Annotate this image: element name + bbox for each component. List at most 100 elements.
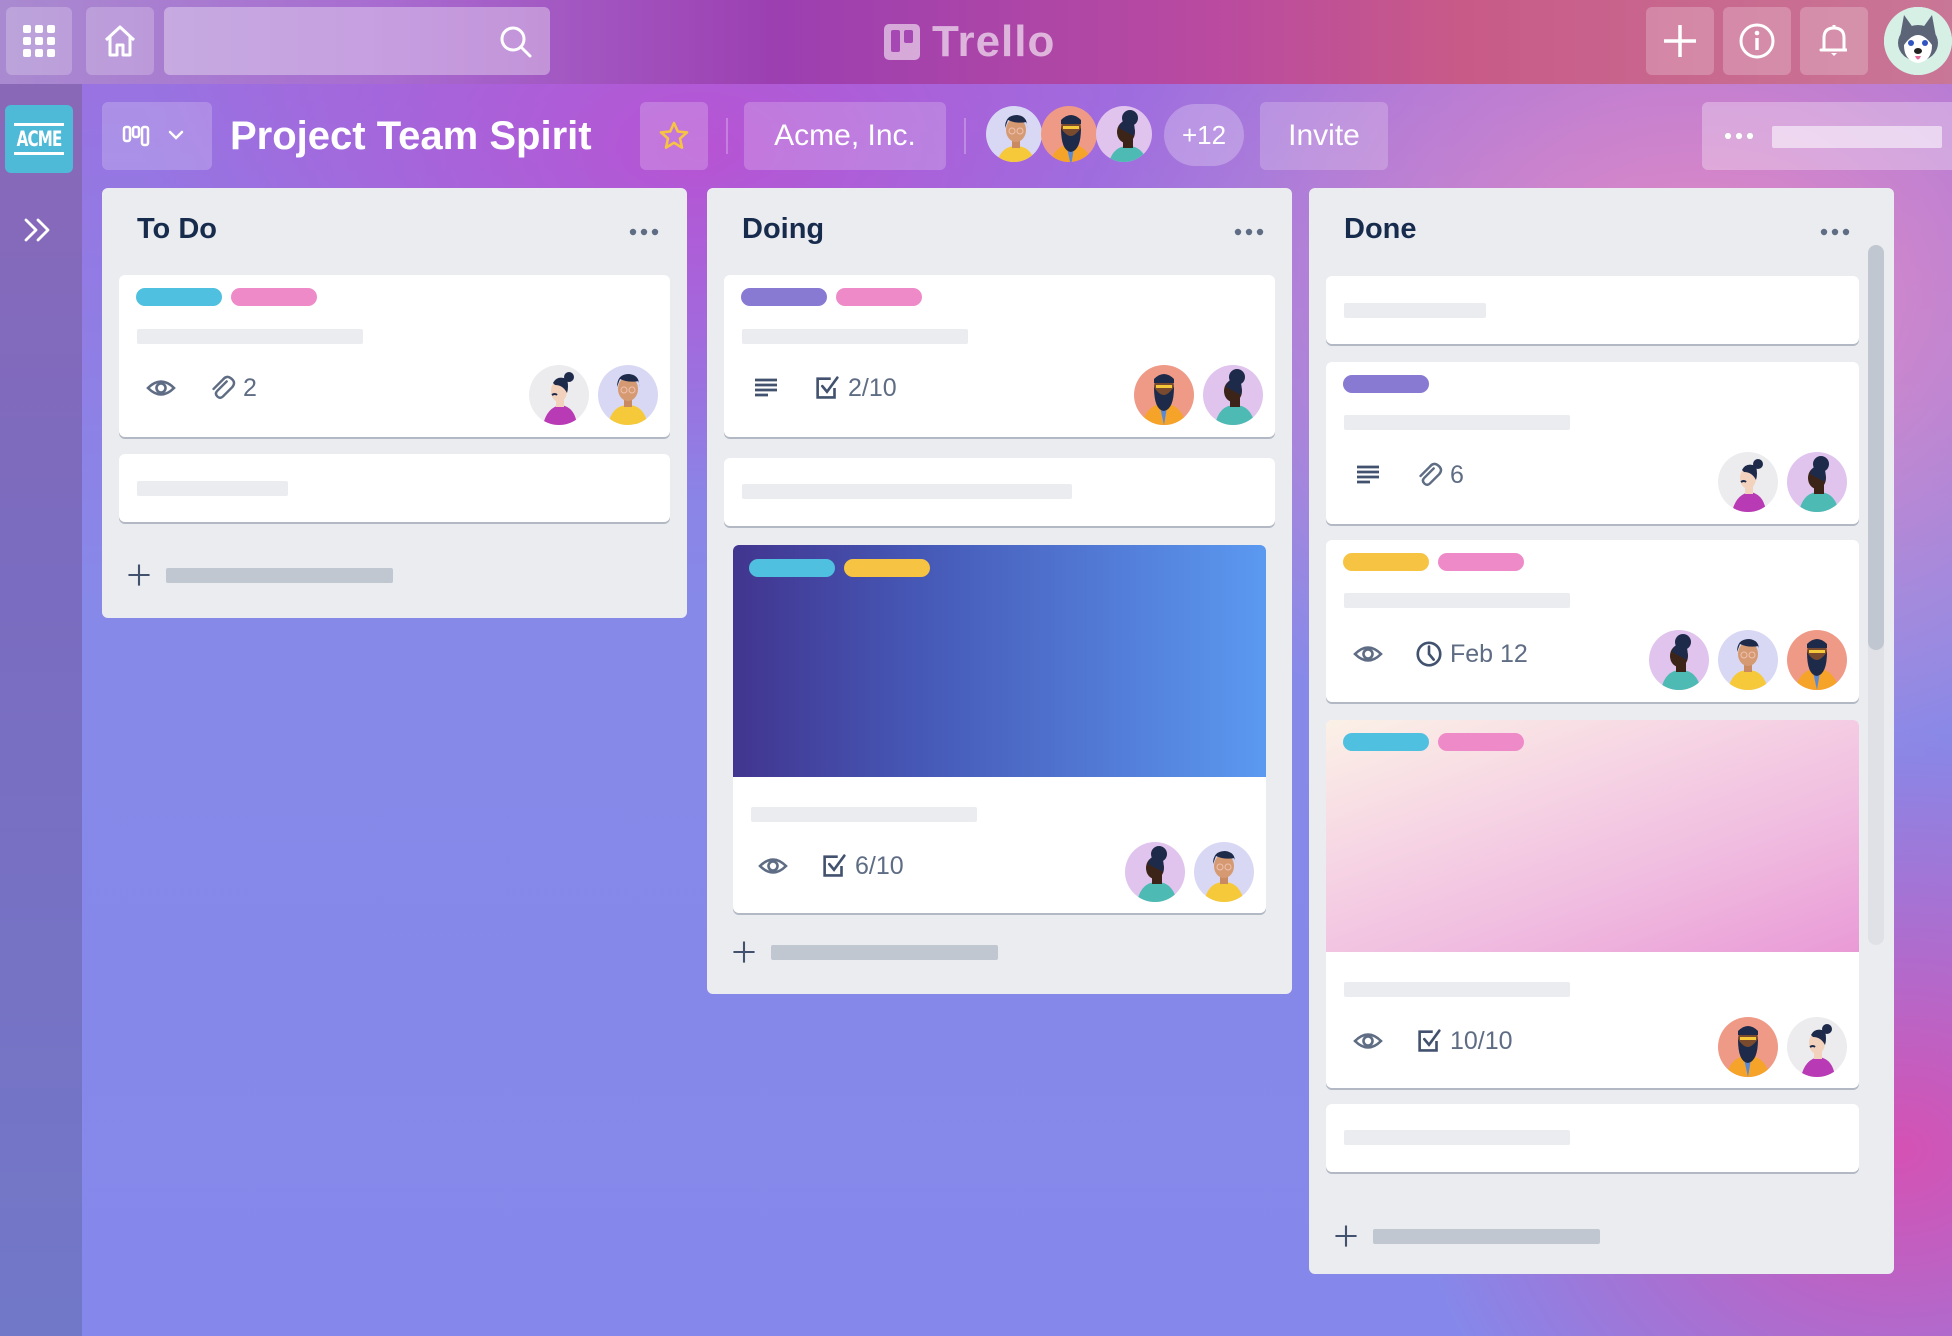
card[interactable]	[724, 458, 1275, 526]
list-scrollbar[interactable]	[1868, 245, 1884, 945]
apps-switcher-button[interactable]	[6, 7, 72, 75]
label-pink[interactable]	[231, 288, 317, 306]
card-member-avatar[interactable]	[1125, 842, 1185, 902]
card-with-cover[interactable]: 6/10	[733, 545, 1266, 913]
add-card-placeholder	[1373, 1228, 1600, 1244]
workspace-logo[interactable]: ACME	[5, 105, 73, 173]
card-member-avatar[interactable]	[1787, 630, 1847, 690]
add-card-placeholder	[166, 567, 393, 583]
board-title[interactable]: Project Team Spirit	[230, 108, 592, 164]
list-menu-icon[interactable]	[629, 228, 659, 236]
list-menu-icon[interactable]	[1820, 228, 1850, 236]
add-card-button[interactable]	[731, 939, 998, 965]
scrollbar-thumb[interactable]	[1868, 245, 1884, 650]
label-pink[interactable]	[1438, 733, 1524, 751]
checklist-count: 2/10	[848, 373, 897, 402]
card-members	[1718, 1017, 1847, 1077]
list-to-do: To Do 2	[102, 188, 687, 618]
add-card-button[interactable]	[1333, 1223, 1600, 1249]
card-member-avatar[interactable]	[1718, 452, 1778, 512]
description-icon	[750, 372, 782, 404]
search-input[interactable]	[164, 7, 550, 75]
list-title[interactable]: Doing	[742, 213, 824, 246]
card[interactable]	[1326, 1104, 1859, 1172]
add-card-placeholder	[771, 944, 998, 960]
list-menu-icon[interactable]	[1234, 228, 1264, 236]
checklist-badge: 2/10	[812, 373, 897, 403]
eye-icon	[757, 850, 789, 882]
card[interactable]	[119, 454, 670, 522]
double-chevron-right-icon[interactable]	[22, 214, 54, 246]
card[interactable]: 6	[1326, 362, 1859, 524]
card-badges: 6	[1352, 459, 1464, 491]
board-view-switcher[interactable]	[102, 102, 212, 170]
invite-button[interactable]: Invite	[1260, 102, 1388, 170]
home-button[interactable]	[86, 7, 154, 75]
account-avatar[interactable]	[1884, 7, 1952, 75]
logo-bar-bottom	[14, 152, 64, 155]
card-members	[1649, 630, 1847, 690]
label-yellow[interactable]	[1343, 553, 1429, 571]
info-icon	[1739, 23, 1775, 59]
notifications-button[interactable]	[1800, 7, 1868, 75]
info-button[interactable]	[1723, 7, 1791, 75]
card-member-avatar[interactable]	[1203, 365, 1263, 425]
card-cover-image	[1326, 720, 1859, 952]
card-with-cover[interactable]: 10/10	[1326, 720, 1859, 1088]
watching-badge	[757, 850, 789, 882]
card-member-avatar[interactable]	[1649, 630, 1709, 690]
member-avatar[interactable]	[984, 104, 1044, 164]
attachments-badge: 6	[1414, 460, 1464, 490]
card[interactable]: Feb 12	[1326, 540, 1859, 702]
card-member-avatar[interactable]	[598, 365, 658, 425]
list-title[interactable]: Done	[1344, 213, 1417, 246]
card-labels	[1343, 733, 1524, 751]
paperclip-icon	[207, 373, 237, 403]
member-avatar[interactable]	[1039, 104, 1099, 164]
label-yellow[interactable]	[844, 559, 930, 577]
card-member-avatar[interactable]	[1718, 1017, 1778, 1077]
member-avatar[interactable]	[1094, 104, 1154, 164]
card-members	[1134, 365, 1263, 425]
card-badges: Feb 12	[1352, 638, 1528, 670]
menu-placeholder	[1772, 126, 1942, 148]
trello-logo[interactable]: Trello	[884, 14, 1055, 70]
card-title-placeholder	[1344, 303, 1486, 318]
list-title[interactable]: To Do	[137, 213, 217, 246]
plus-icon	[731, 939, 757, 965]
search-field[interactable]	[164, 7, 494, 75]
board-menu-button[interactable]	[1702, 102, 1952, 170]
workspace-button[interactable]: Acme, Inc.	[744, 102, 946, 170]
card-member-avatar[interactable]	[1787, 452, 1847, 512]
husky-avatar-icon	[1884, 7, 1952, 75]
create-button[interactable]	[1646, 7, 1714, 75]
card[interactable]: 2/10	[724, 275, 1275, 437]
label-pink[interactable]	[836, 288, 922, 306]
label-purple[interactable]	[1343, 375, 1429, 393]
card-member-avatar[interactable]	[1718, 630, 1778, 690]
card-member-avatar[interactable]	[1787, 1017, 1847, 1077]
description-badge	[1352, 459, 1384, 491]
app-name: Trello	[932, 17, 1056, 66]
eye-icon	[1352, 638, 1384, 670]
star-board-button[interactable]	[640, 102, 708, 170]
label-blue[interactable]	[1343, 733, 1429, 751]
card-member-avatar[interactable]	[1134, 365, 1194, 425]
checklist-icon	[819, 851, 849, 881]
card-member-avatar[interactable]	[1194, 842, 1254, 902]
card[interactable]	[1326, 276, 1859, 344]
more-members-button[interactable]: +12	[1164, 104, 1244, 166]
eye-icon	[1352, 1025, 1384, 1057]
clock-icon	[1414, 639, 1444, 669]
add-card-button[interactable]	[126, 562, 393, 588]
attachments-count: 6	[1450, 460, 1464, 489]
card-member-avatar[interactable]	[529, 365, 589, 425]
search-icon[interactable]	[498, 24, 534, 60]
label-blue[interactable]	[749, 559, 835, 577]
card-labels	[741, 288, 922, 306]
label-blue[interactable]	[136, 288, 222, 306]
card[interactable]: 2	[119, 275, 670, 437]
label-pink[interactable]	[1438, 553, 1524, 571]
label-purple[interactable]	[741, 288, 827, 306]
checklist-count: 10/10	[1450, 1026, 1513, 1055]
